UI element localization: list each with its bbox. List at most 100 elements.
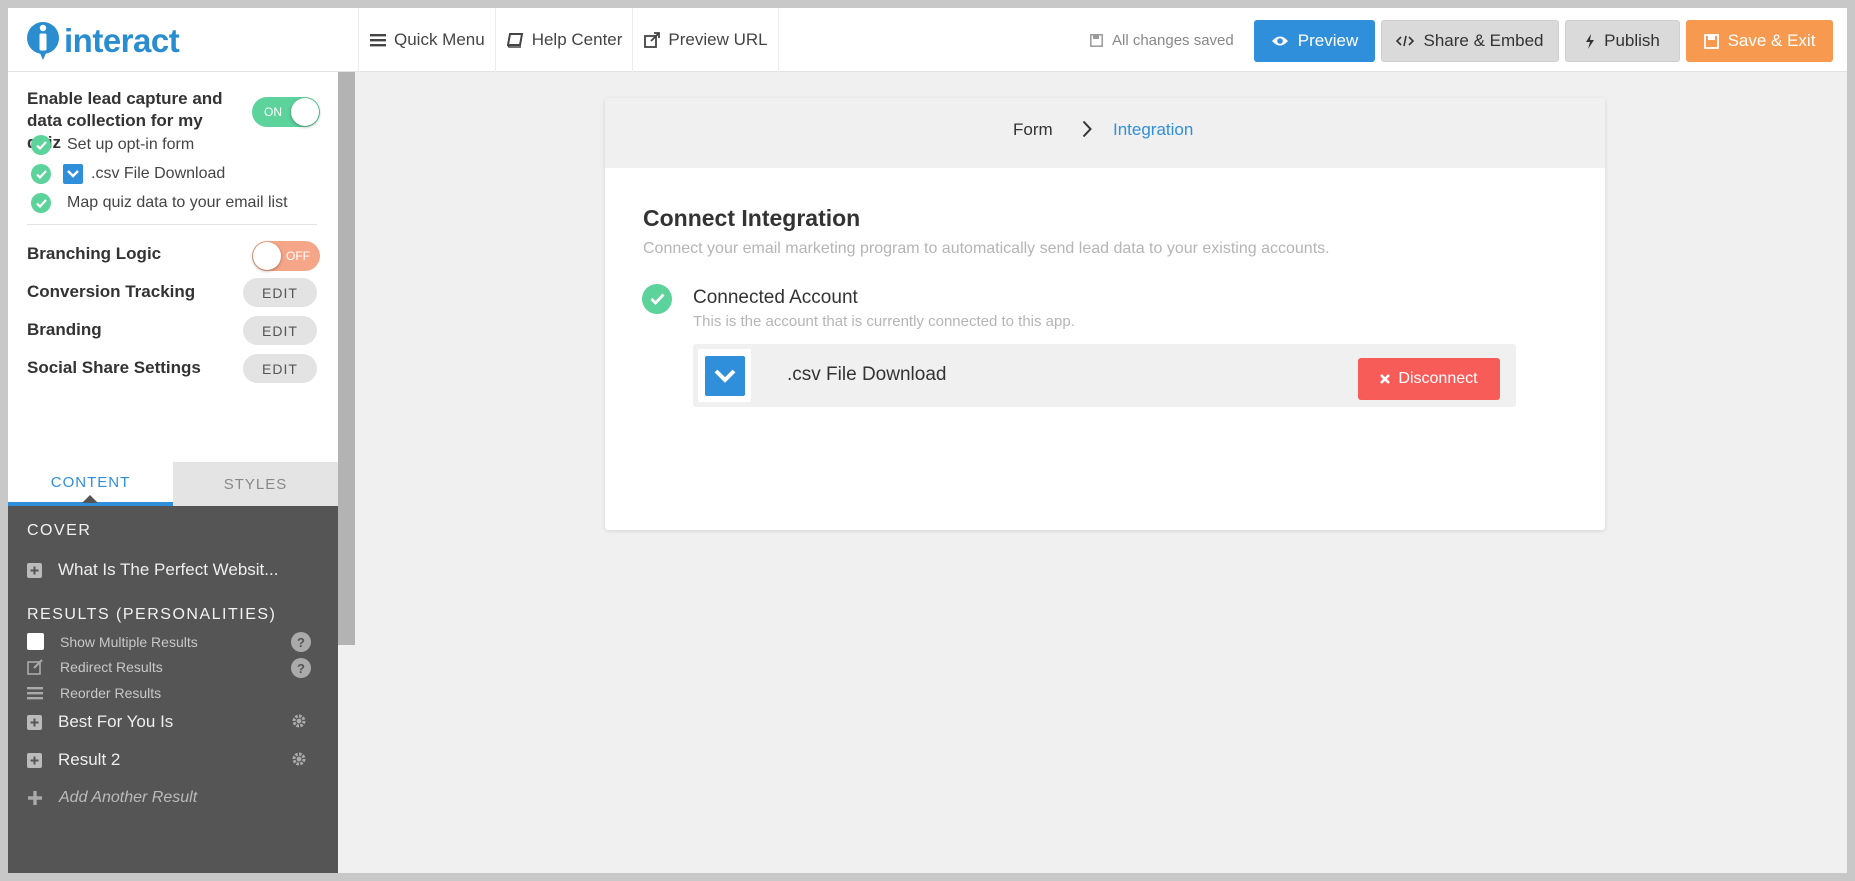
tab-styles[interactable]: STYLES <box>173 462 338 506</box>
step-map-quiz-data[interactable]: Map quiz data to your email list <box>31 193 288 213</box>
sidebar-scrollbar-thumb[interactable] <box>338 72 355 645</box>
checkbox[interactable] <box>27 633 44 650</box>
code-icon <box>1396 35 1415 47</box>
nav-preview-url-label: Preview URL <box>668 30 768 49</box>
social-share-edit-button[interactable]: EDIT <box>243 354 317 383</box>
preview-button-label: Preview <box>1297 31 1359 50</box>
plus-icon <box>28 791 42 805</box>
social-share-label: Social Share Settings <box>27 358 201 377</box>
branching-logic-label: Branching Logic <box>27 244 162 263</box>
toggle-knob <box>253 242 281 270</box>
check-circle-icon <box>31 135 51 155</box>
csv-download-icon <box>704 355 745 396</box>
lead-capture-toggle-label: ON <box>264 105 282 119</box>
list-icon <box>27 687 43 700</box>
plus-square-icon[interactable] <box>27 562 42 578</box>
add-result-button[interactable]: Add Another Result <box>27 789 197 807</box>
option-label: Show Multiple Results <box>60 633 198 650</box>
disconnect-button-label: Disconnect <box>1398 370 1478 387</box>
nav-quick-menu[interactable]: Quick Menu <box>359 8 496 72</box>
share-embed-button[interactable]: Share & Embed <box>1381 20 1559 62</box>
conversion-tracking-edit-button[interactable]: EDIT <box>243 278 317 307</box>
app-window: interact Quick Menu Help Center Preview … <box>8 8 1847 873</box>
cover-heading: COVER <box>27 522 92 539</box>
top-nav: Quick Menu Help Center Preview URL <box>358 8 779 72</box>
nav-help-center[interactable]: Help Center <box>496 8 634 72</box>
preview-button[interactable]: Preview <box>1254 20 1375 62</box>
publish-button-label: Publish <box>1604 31 1660 50</box>
lead-capture-toggle[interactable]: ON <box>252 97 320 127</box>
connected-account-title: Connected Account <box>693 287 858 308</box>
redirect-results-option[interactable]: Redirect Results <box>27 659 163 675</box>
connected-account-row: .csv File Download Disconnect <box>693 344 1516 407</box>
result-item[interactable]: Result 2 <box>27 750 120 770</box>
branding-label: Branding <box>27 320 102 339</box>
toggle-knob <box>291 98 319 126</box>
reorder-results-option[interactable]: Reorder Results <box>27 685 161 701</box>
check-circle-icon <box>31 193 51 213</box>
add-result-label: Add Another Result <box>59 789 198 806</box>
plus-square-icon[interactable] <box>27 714 42 730</box>
save-status-text: All changes saved <box>1112 31 1234 49</box>
integration-card: Form Integration Connect Integration Con… <box>605 98 1605 530</box>
publish-button[interactable]: Publish <box>1565 20 1680 62</box>
result-item-label: Best For You Is <box>58 712 174 731</box>
save-exit-button-label: Save & Exit <box>1727 31 1816 50</box>
plus-square-icon[interactable] <box>27 752 42 768</box>
save-exit-button[interactable]: Save & Exit <box>1686 20 1833 62</box>
eye-icon <box>1271 36 1288 46</box>
branching-logic-toggle[interactable]: OFF <box>252 241 320 271</box>
logo-mark-icon <box>26 21 60 61</box>
edit-square-icon <box>27 659 43 675</box>
show-multiple-results-option[interactable]: Show Multiple Results <box>27 633 198 650</box>
csv-download-icon <box>63 164 83 184</box>
chevron-right-icon <box>1082 120 1092 138</box>
step-label: Map quiz data to your email list <box>67 194 288 211</box>
gear-icon[interactable] <box>291 751 307 767</box>
result-item-label: Result 2 <box>58 750 121 769</box>
external-link-icon <box>644 32 661 48</box>
step-opt-in-form[interactable]: Set up opt-in form <box>31 135 194 155</box>
share-embed-button-label: Share & Embed <box>1423 31 1544 50</box>
floppy-disk-icon <box>1703 33 1719 49</box>
option-label: Reorder Results <box>60 685 162 701</box>
tab-content[interactable]: CONTENT <box>8 462 173 506</box>
divider <box>27 224 317 225</box>
page-title: Connect Integration <box>643 205 861 231</box>
nav-preview-url[interactable]: Preview URL <box>633 8 779 72</box>
help-icon[interactable]: ? <box>291 632 311 652</box>
content-panel: COVER What Is The Perfect Websit... RESU… <box>8 506 338 873</box>
close-icon <box>1380 374 1391 384</box>
conversion-tracking-label: Conversion Tracking <box>27 282 196 301</box>
step-label: Set up opt-in form <box>67 136 195 153</box>
save-status: All changes saved <box>1090 8 1234 72</box>
logo-text: interact <box>64 22 180 59</box>
step-csv-download[interactable]: .csv File Download <box>31 164 225 184</box>
cover-item[interactable]: What Is The Perfect Websit... <box>27 560 278 580</box>
gear-icon[interactable] <box>291 713 307 729</box>
branding-edit-button[interactable]: EDIT <box>243 316 317 345</box>
account-name: .csv File Download <box>787 364 947 385</box>
cover-item-label: What Is The Perfect Websit... <box>58 560 279 579</box>
nav-quick-menu-label: Quick Menu <box>394 30 485 49</box>
top-bar: interact Quick Menu Help Center Preview … <box>8 8 1847 72</box>
connected-account-subtitle: This is the account that is currently co… <box>693 313 1075 330</box>
check-circle-icon <box>642 284 672 314</box>
floppy-disk-icon <box>1090 33 1103 47</box>
help-icon[interactable]: ? <box>291 658 311 678</box>
logo[interactable]: interact <box>26 20 180 62</box>
results-heading: RESULTS (PERSONALITIES) <box>27 606 277 623</box>
disconnect-button[interactable]: Disconnect <box>1358 358 1500 400</box>
lightning-icon <box>1586 33 1595 49</box>
check-circle-icon <box>31 164 51 184</box>
branching-toggle-label: OFF <box>286 249 310 263</box>
breadcrumb-integration[interactable]: Integration <box>1113 120 1193 140</box>
step-label: .csv File Download <box>91 165 226 182</box>
sidebar: Enable lead capture and data collection … <box>8 72 338 873</box>
sidebar-settings: Enable lead capture and data collection … <box>8 72 338 462</box>
breadcrumb-form[interactable]: Form <box>1013 120 1053 140</box>
breadcrumb: Form Integration <box>605 98 1605 168</box>
result-item[interactable]: Best For You Is <box>27 712 173 732</box>
option-label: Redirect Results <box>60 659 163 675</box>
hamburger-icon <box>370 34 386 47</box>
